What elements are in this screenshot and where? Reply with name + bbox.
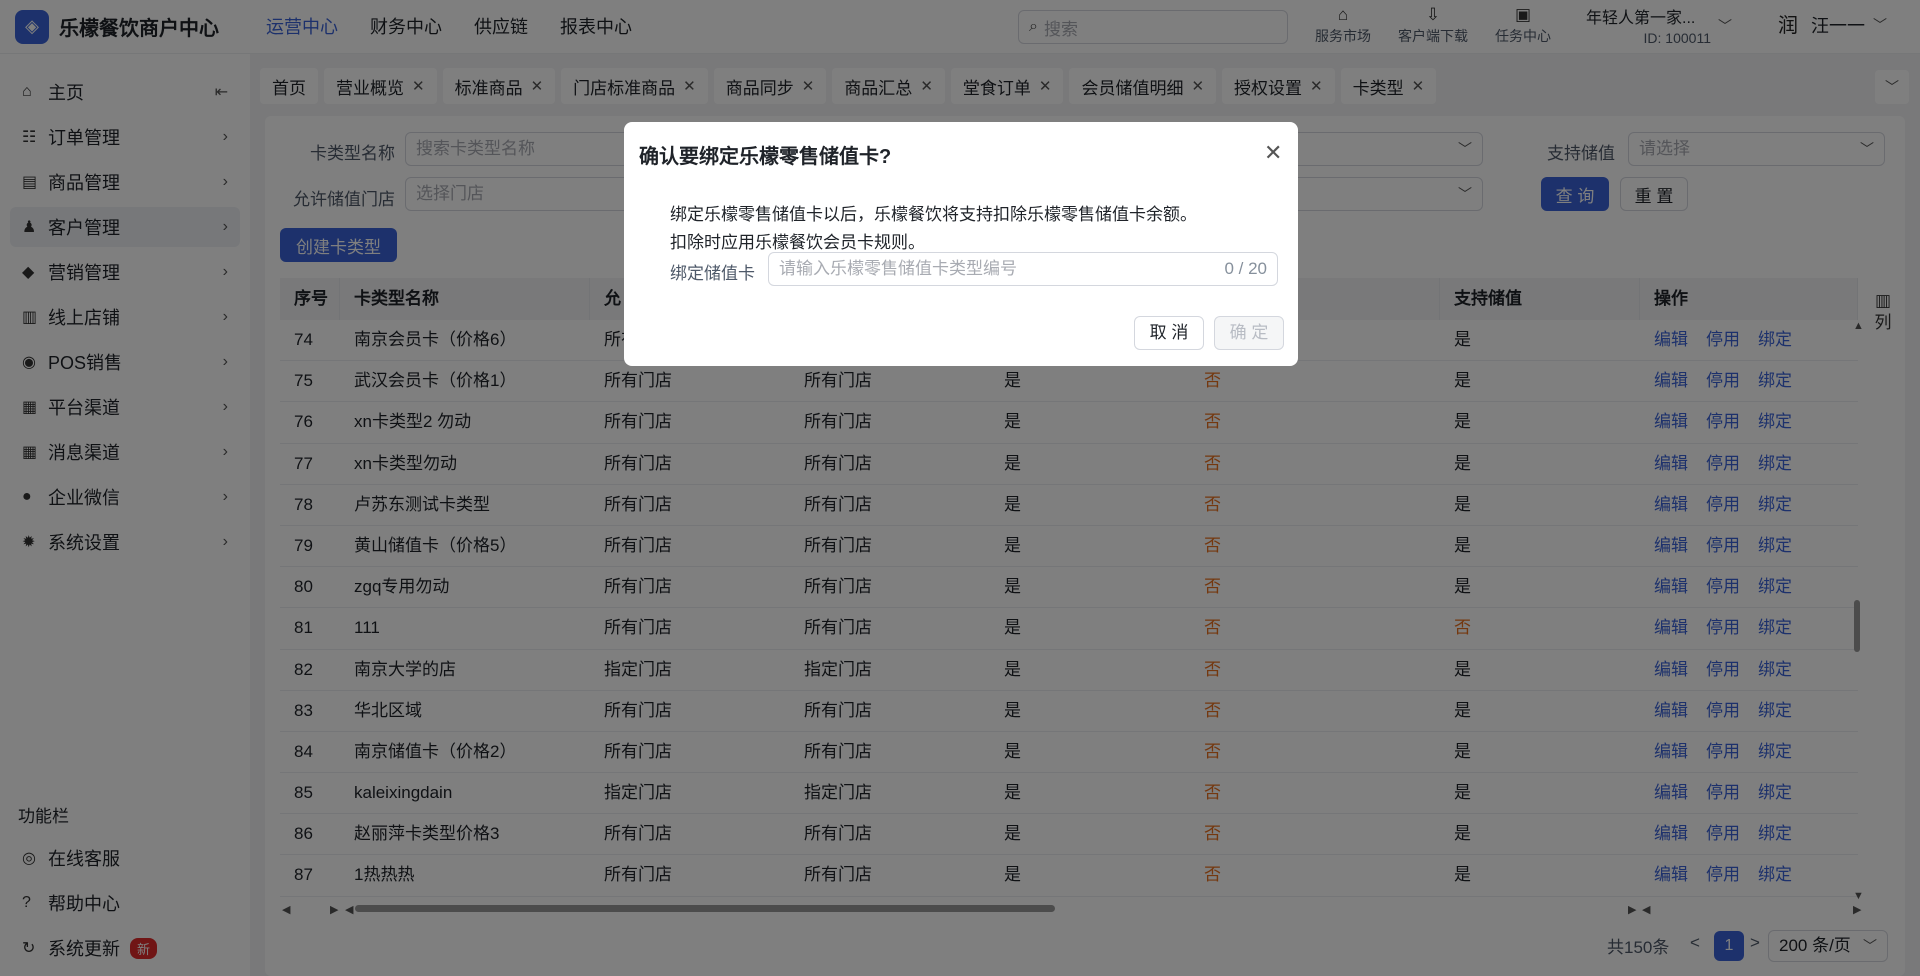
- dialog-text-line1: 绑定乐檬零售储值卡以后，乐檬餐饮将支持扣除乐檬零售储值卡余额。: [670, 205, 1197, 224]
- bind-card-label: 绑定储值卡: [670, 264, 755, 283]
- bind-card-placeholder: 请输入乐檬零售储值卡类型编号: [779, 259, 1017, 278]
- dialog-title: 确认要绑定乐檬零售储值卡?: [639, 146, 892, 168]
- bind-card-input[interactable]: 请输入乐檬零售储值卡类型编号 0 / 20: [768, 252, 1278, 286]
- cancel-button[interactable]: 取 消: [1134, 316, 1204, 350]
- bind-card-dialog: 确认要绑定乐檬零售储值卡? ✕ 绑定乐檬零售储值卡以后，乐檬餐饮将支持扣除乐檬零…: [624, 122, 1298, 366]
- char-count: 0 / 20: [1224, 259, 1267, 278]
- dialog-text-line2: 扣除时应用乐檬餐饮会员卡规则。: [670, 233, 925, 252]
- close-icon[interactable]: ✕: [1264, 140, 1282, 166]
- confirm-button[interactable]: 确 定: [1214, 316, 1284, 350]
